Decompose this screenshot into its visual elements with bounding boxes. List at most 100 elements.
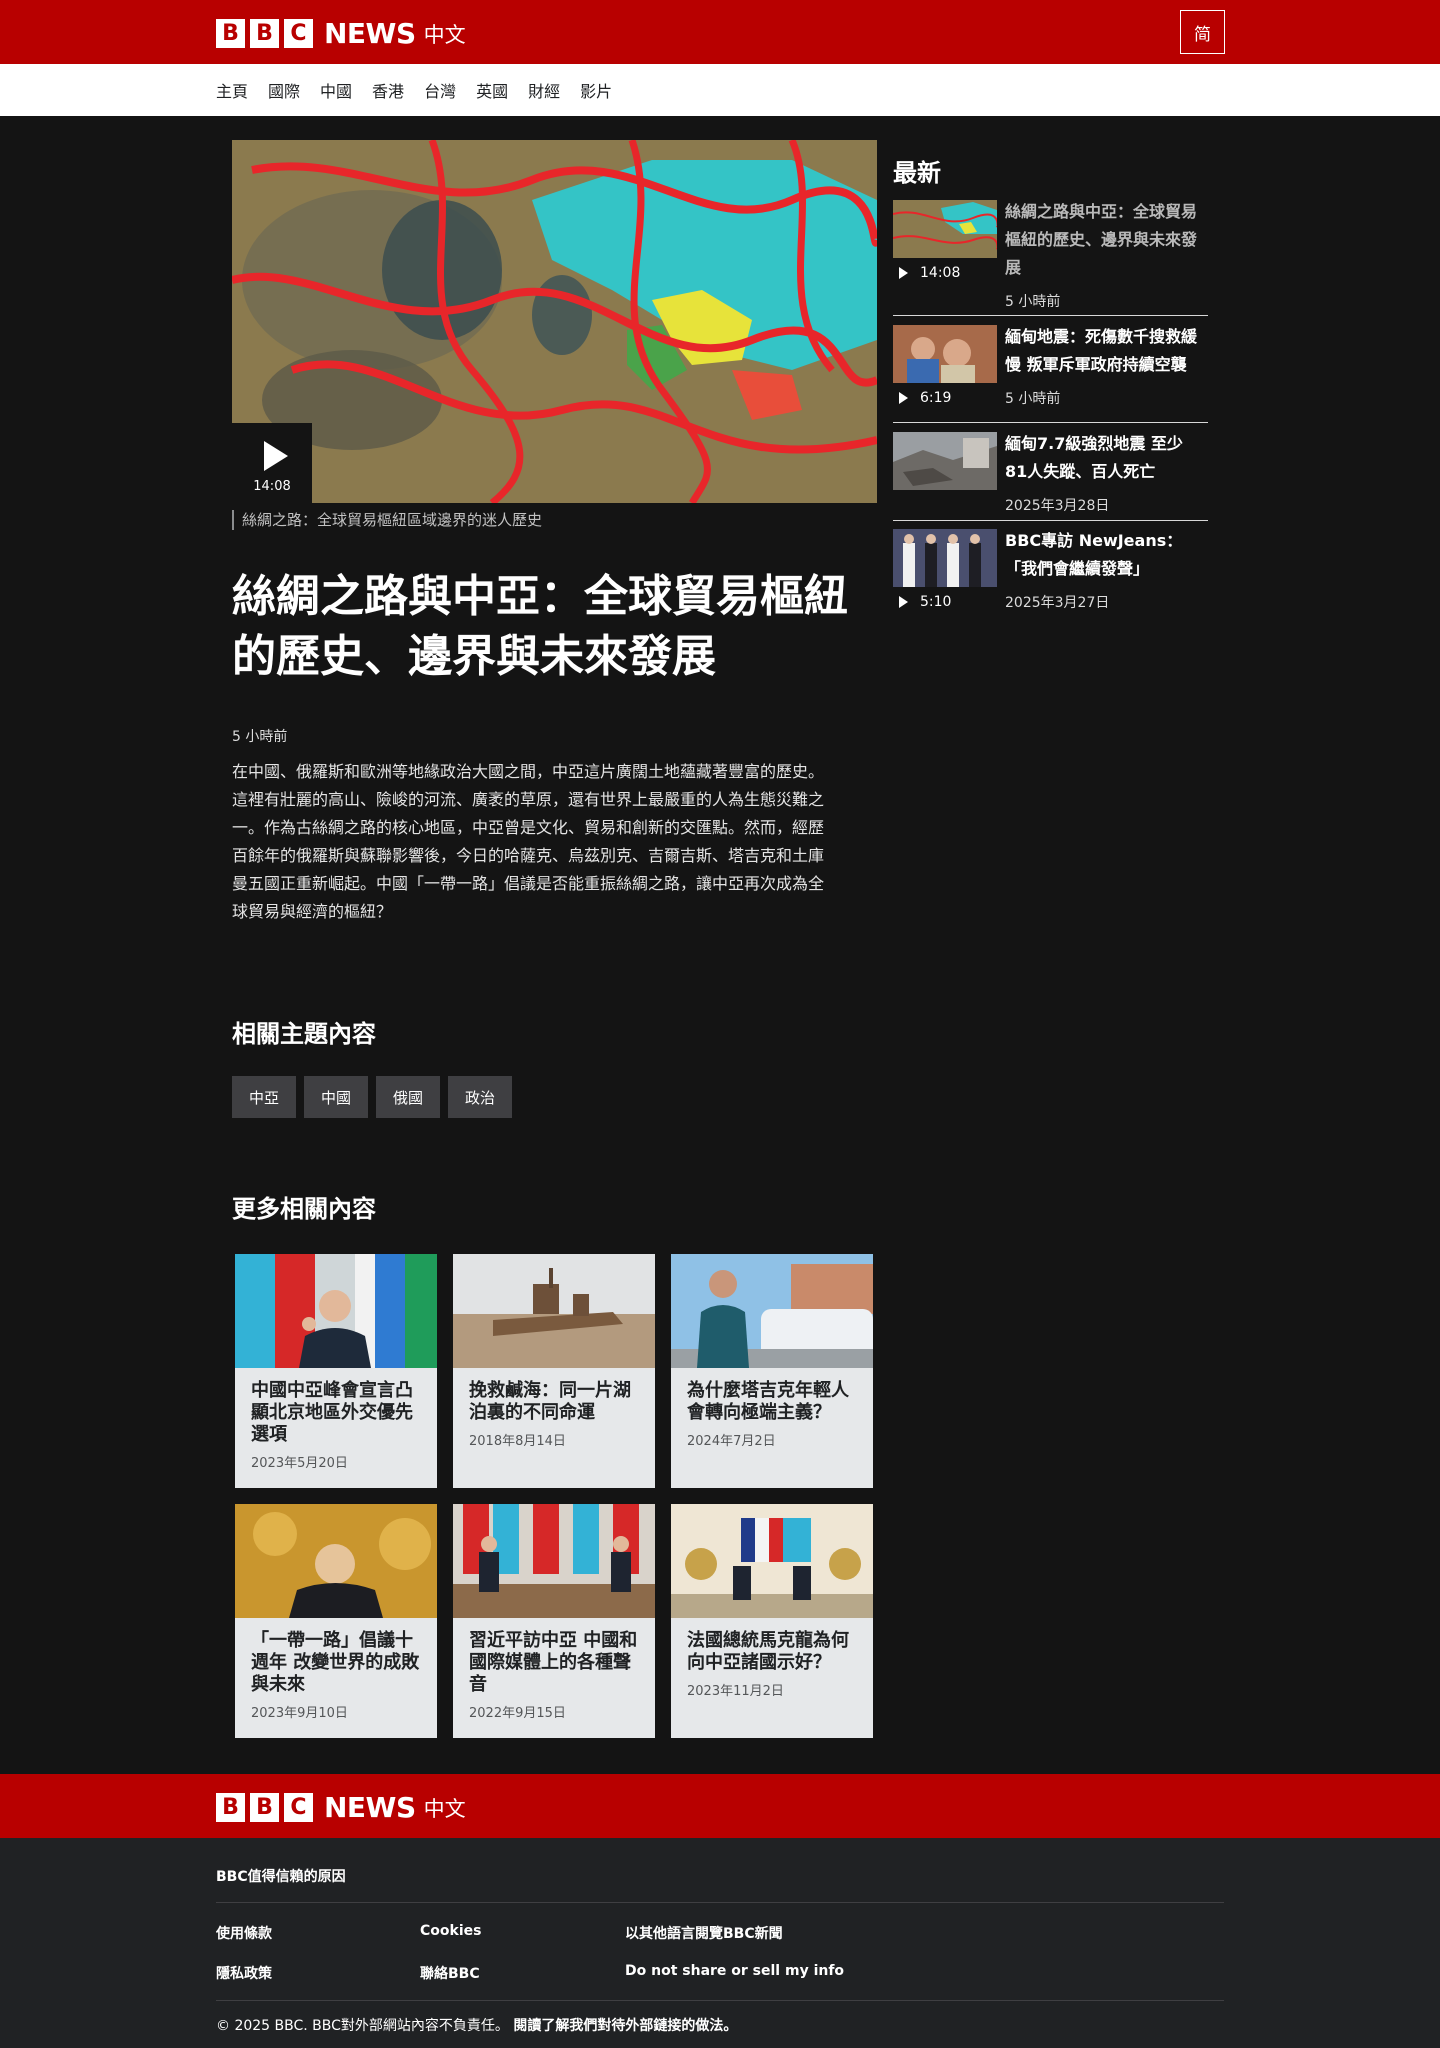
footer-brand-bar: B B C NEWS 中文 <box>0 1774 1440 1838</box>
related-card[interactable]: 法國總統馬克龍為何向中亞諸國示好？ 2023年11月2日 <box>671 1504 873 1738</box>
bbc-news-logo[interactable]: B B C NEWS 中文 <box>216 17 466 50</box>
latest-item-title[interactable]: 緬甸7.7級強烈地震 至少81人失蹤、百人死亡 <box>1005 430 1205 486</box>
latest-video-duration: 6:19 <box>899 390 951 406</box>
card-title: 「一帶一路」倡議十週年 改變世界的成敗與未來 <box>251 1630 420 1695</box>
card-title: 中國中亞峰會宣言凸顯北京地區外交優先選項 <box>251 1380 413 1445</box>
latest-item-time: 2025年3月28日 <box>1005 498 1110 514</box>
latest-thumbnail <box>893 432 997 490</box>
latest-divider <box>893 520 1208 521</box>
footer-link-terms[interactable]: 使用條款 <box>216 1923 272 1943</box>
card-date: 2018年8月14日 <box>469 1434 566 1449</box>
logo-chinese-text: 中文 <box>423 22 466 47</box>
hero-video-image[interactable] <box>232 140 877 503</box>
silk-road-map-image <box>232 140 877 503</box>
card-title: 挽救鹹海：同一片湖泊裏的不同命運 <box>469 1380 631 1423</box>
hero-play-button[interactable]: 14:08 <box>232 423 312 503</box>
card-date: 2023年9月10日 <box>251 1706 348 1721</box>
related-card[interactable]: 為什麼塔吉克年輕人會轉向極端主義？ 2024年7月2日 <box>671 1254 873 1488</box>
card-image <box>235 1504 437 1618</box>
topic-tag-russia[interactable]: 俄國 <box>376 1076 441 1118</box>
play-icon <box>899 267 908 279</box>
logo-block-b1: B <box>216 1793 245 1822</box>
card-title: 法國總統馬克龍為何向中亞諸國示好？ <box>687 1630 849 1673</box>
card-image <box>453 1254 655 1368</box>
main-nav: 主頁 國際 中國 香港 台灣 英國 財經 影片 <box>216 64 632 116</box>
logo-news-text: NEWS <box>324 17 416 50</box>
card-title: 為什麼塔吉克年輕人會轉向極端主義？ <box>687 1380 849 1423</box>
top-header: B B C NEWS 中文 简 <box>0 0 1440 64</box>
nav-item-international[interactable]: 國際 <box>268 78 300 102</box>
latest-item-title[interactable]: 絲綢之路與中亞：全球貿易樞紐的歷史、邊界與未來發展 <box>1005 198 1205 282</box>
latest-divider <box>893 315 1208 316</box>
latest-item[interactable]: 5:10 BBC專訪 NewJeans：「我們會繼續發聲」 2025年3月27日 <box>893 529 1208 619</box>
latest-item[interactable]: 14:08 絲綢之路與中亞：全球貿易樞紐的歷史、邊界與未來發展 5 小時前 <box>893 200 1208 310</box>
logo-block-b2: B <box>250 19 279 48</box>
nav-item-china[interactable]: 中國 <box>320 78 352 102</box>
nav-bar: 主頁 國際 中國 香港 台灣 英國 財經 影片 <box>0 64 1440 116</box>
external-links-policy-link[interactable]: 閱讀了解我們對待外部鏈接的做法。 <box>513 2018 737 2034</box>
latest-video-duration: 5:10 <box>899 594 951 610</box>
logo-news-text: NEWS <box>324 1791 416 1824</box>
topic-tags: 中亞 中國 俄國 政治 <box>232 1076 520 1118</box>
simplified-chinese-toggle[interactable]: 简 <box>1180 10 1225 54</box>
related-card[interactable]: 「一帶一路」倡議十週年 改變世界的成敗與未來 2023年9月10日 <box>235 1504 437 1738</box>
card-image <box>453 1504 655 1618</box>
related-card[interactable]: 習近平訪中亞 中國和國際媒體上的各種聲音 2022年9月15日 <box>453 1504 655 1738</box>
card-title: 習近平訪中亞 中國和國際媒體上的各種聲音 <box>469 1630 638 1695</box>
footer-link-do-not-sell[interactable]: Do not share or sell my info <box>625 1963 844 1979</box>
nav-item-video[interactable]: 影片 <box>580 78 612 102</box>
footer-copyright: © 2025 BBC. BBC對外部網站內容不負責任。 閱讀了解我們對待外部鏈接… <box>216 2015 737 2035</box>
nav-item-uk[interactable]: 英國 <box>476 78 508 102</box>
related-card[interactable]: 中國中亞峰會宣言凸顯北京地區外交優先選項 2023年5月20日 <box>235 1254 437 1488</box>
latest-item[interactable]: 緬甸7.7級強烈地震 至少81人失蹤、百人死亡 2025年3月28日 <box>893 432 1208 522</box>
article-summary: 在中國、俄羅斯和歐洲等地緣政治大國之間，中亞這片廣闊土地蘊藏著豐富的歷史。這裡有… <box>232 762 825 921</box>
card-image <box>235 1254 437 1368</box>
logo-block-b2: B <box>250 1793 279 1822</box>
topic-tag-politics[interactable]: 政治 <box>448 1076 513 1118</box>
nav-item-home[interactable]: 主頁 <box>216 78 248 102</box>
latest-item-title[interactable]: 緬甸地震：死傷數千搜救緩慢 叛軍斥軍政府持續空襲 <box>1005 323 1205 379</box>
logo-block-c: C <box>284 19 313 48</box>
logo-block-c: C <box>284 1793 313 1822</box>
footer-link-contact[interactable]: 聯絡BBC <box>420 1963 480 1983</box>
copyright-text: © 2025 BBC. BBC對外部網站內容不負責任。 <box>216 2018 509 2034</box>
hero-video-caption: 絲綢之路：全球貿易樞紐區域邊界的迷人歷史 <box>232 510 542 530</box>
latest-title: 最新 <box>893 159 941 187</box>
hero-video-duration: 14:08 <box>253 479 291 494</box>
article-timestamp: 5 小時前 <box>232 729 288 745</box>
topic-tag-china[interactable]: 中國 <box>304 1076 369 1118</box>
latest-item[interactable]: 6:19 緬甸地震：死傷數千搜救緩慢 叛軍斥軍政府持續空襲 5 小時前 <box>893 325 1208 415</box>
footer-link-cookies[interactable]: Cookies <box>420 1923 481 1939</box>
related-card[interactable]: 挽救鹹海：同一片湖泊裏的不同命運 2018年8月14日 <box>453 1254 655 1488</box>
play-icon <box>264 441 288 471</box>
card-date: 2023年5月20日 <box>251 1456 348 1471</box>
footer-link-other-languages[interactable]: 以其他語言閱覽BBC新聞 <box>625 1923 783 1943</box>
latest-divider <box>893 422 1208 423</box>
play-icon <box>899 596 908 608</box>
card-date: 2022年9月15日 <box>469 1706 566 1721</box>
footer-link-privacy[interactable]: 隱私政策 <box>216 1963 272 1983</box>
logo-chinese-text: 中文 <box>423 1796 466 1821</box>
footer-divider <box>216 1902 1224 1903</box>
card-date: 2024年7月2日 <box>687 1434 776 1449</box>
card-date: 2023年11月2日 <box>687 1684 784 1699</box>
nav-item-taiwan[interactable]: 台灣 <box>424 78 456 102</box>
nav-item-hongkong[interactable]: 香港 <box>372 78 404 102</box>
article-headline: 絲綢之路與中亞：全球貿易樞紐的歷史、邊界與未來發展 <box>232 571 848 682</box>
card-image <box>671 1504 873 1618</box>
latest-thumbnail <box>893 325 997 383</box>
latest-thumbnail <box>893 529 997 587</box>
play-icon <box>899 392 908 404</box>
nav-item-finance[interactable]: 財經 <box>528 78 560 102</box>
footer-link-why-trust-bbc[interactable]: BBC值得信賴的原因 <box>216 1866 346 1886</box>
latest-item-time: 5 小時前 <box>1005 294 1061 310</box>
latest-item-title[interactable]: BBC專訪 NewJeans：「我們會繼續發聲」 <box>1005 527 1205 583</box>
latest-item-time: 2025年3月27日 <box>1005 595 1110 611</box>
card-image <box>671 1254 873 1368</box>
footer-bbc-news-logo[interactable]: B B C NEWS 中文 <box>216 1791 466 1824</box>
latest-thumbnail <box>893 200 997 258</box>
footer-divider <box>216 2000 1224 2001</box>
logo-block-b1: B <box>216 19 245 48</box>
topic-tag-central-asia[interactable]: 中亞 <box>232 1076 297 1118</box>
latest-video-duration: 14:08 <box>899 265 960 281</box>
